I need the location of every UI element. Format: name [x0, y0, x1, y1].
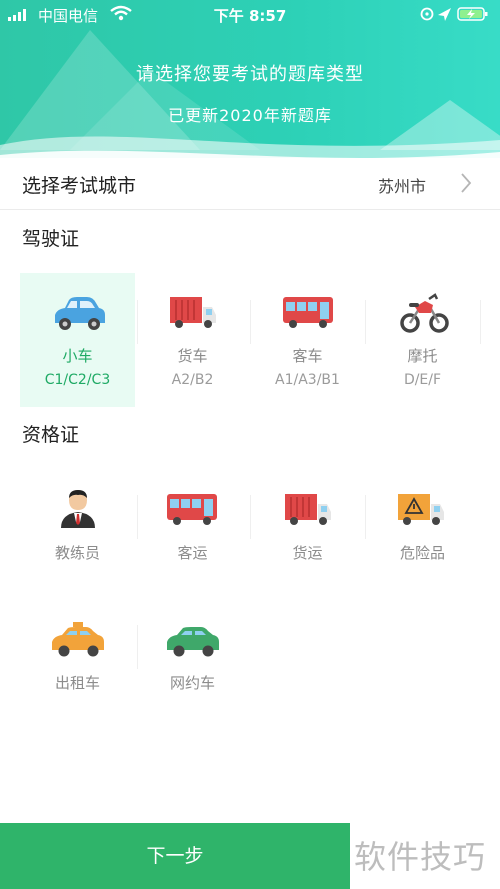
header-title: 请选择您要考试的题库类型 — [136, 64, 364, 85]
tile-code: A2/B2 — [171, 372, 214, 388]
truck-icon — [170, 297, 216, 328]
tile-code: D/E/F — [403, 372, 442, 388]
header-subtitle: 已更新2020年新题库 — [168, 106, 332, 125]
tile-name: 出租车 — [54, 674, 100, 692]
qualification-tile-ride-hailing[interactable]: 网约车 — [135, 600, 250, 710]
status-right-icons — [420, 7, 488, 21]
tile-name: 教练员 — [54, 544, 100, 562]
qualification-tile-freight[interactable]: 货运 — [250, 470, 365, 580]
license-tile-truck[interactable]: 货车 A2/B2 — [135, 273, 250, 407]
taxi-icon — [52, 622, 104, 657]
tile-name: 客车 — [292, 347, 323, 365]
app-screen: 中国电信 下午 8:57 请选择您要考试的题库类型 已更新2020年新题库 选择… — [0, 0, 500, 889]
tile-name: 货运 — [292, 544, 323, 562]
tile-name: 网约车 — [169, 674, 215, 692]
qualification-tile-taxi[interactable]: 出租车 — [20, 600, 135, 710]
next-step-button[interactable]: 下一步 — [0, 823, 350, 889]
tile-name: 摩托 — [407, 347, 438, 365]
tile-name: 客运 — [177, 544, 208, 562]
watermark-text: 软件技巧 — [354, 838, 487, 876]
qualification-tile-instructor[interactable]: 教练员 — [20, 470, 135, 580]
license-tile-motorcycle[interactable]: 摩托 D/E/F — [365, 273, 480, 407]
tile-name: 小车 — [62, 347, 93, 365]
license-tile-bus[interactable]: 客车 A1/A3/B1 — [250, 273, 365, 407]
city-selector-row[interactable]: 选择考试城市 苏州市 — [0, 158, 500, 210]
tile-name: 货车 — [177, 347, 208, 365]
car-icon — [55, 297, 105, 330]
truck-icon — [285, 494, 331, 525]
bus-icon — [283, 297, 333, 328]
qualification-tile-passenger[interactable]: 客运 — [135, 470, 250, 580]
qualification-tile-hazardous[interactable]: 危险品 — [365, 470, 480, 580]
tile-code: A1/A3/B1 — [275, 372, 340, 388]
city-value: 苏州市 — [377, 177, 426, 196]
driving-section-title: 驾驶证 — [22, 228, 80, 250]
qualification-section-title: 资格证 — [22, 424, 80, 446]
status-bar: 中国电信 下午 8:57 — [0, 0, 500, 28]
city-label: 选择考试城市 — [22, 175, 137, 197]
hazard-truck-icon — [398, 494, 444, 525]
divider — [480, 300, 481, 344]
instructor-icon — [61, 490, 95, 528]
motorcycle-icon — [400, 293, 449, 333]
tile-code: C1/C2/C3 — [44, 372, 111, 388]
tile-name: 危险品 — [399, 544, 445, 562]
header-banner: 中国电信 下午 8:57 请选择您要考试的题库类型 已更新2020年新题库 — [0, 0, 500, 165]
license-tile-car[interactable]: 小车 C1/C2/C3 — [20, 273, 135, 407]
ride-hailing-car-icon — [167, 627, 219, 657]
chevron-right-icon — [461, 173, 472, 193]
bus-icon — [167, 494, 217, 525]
